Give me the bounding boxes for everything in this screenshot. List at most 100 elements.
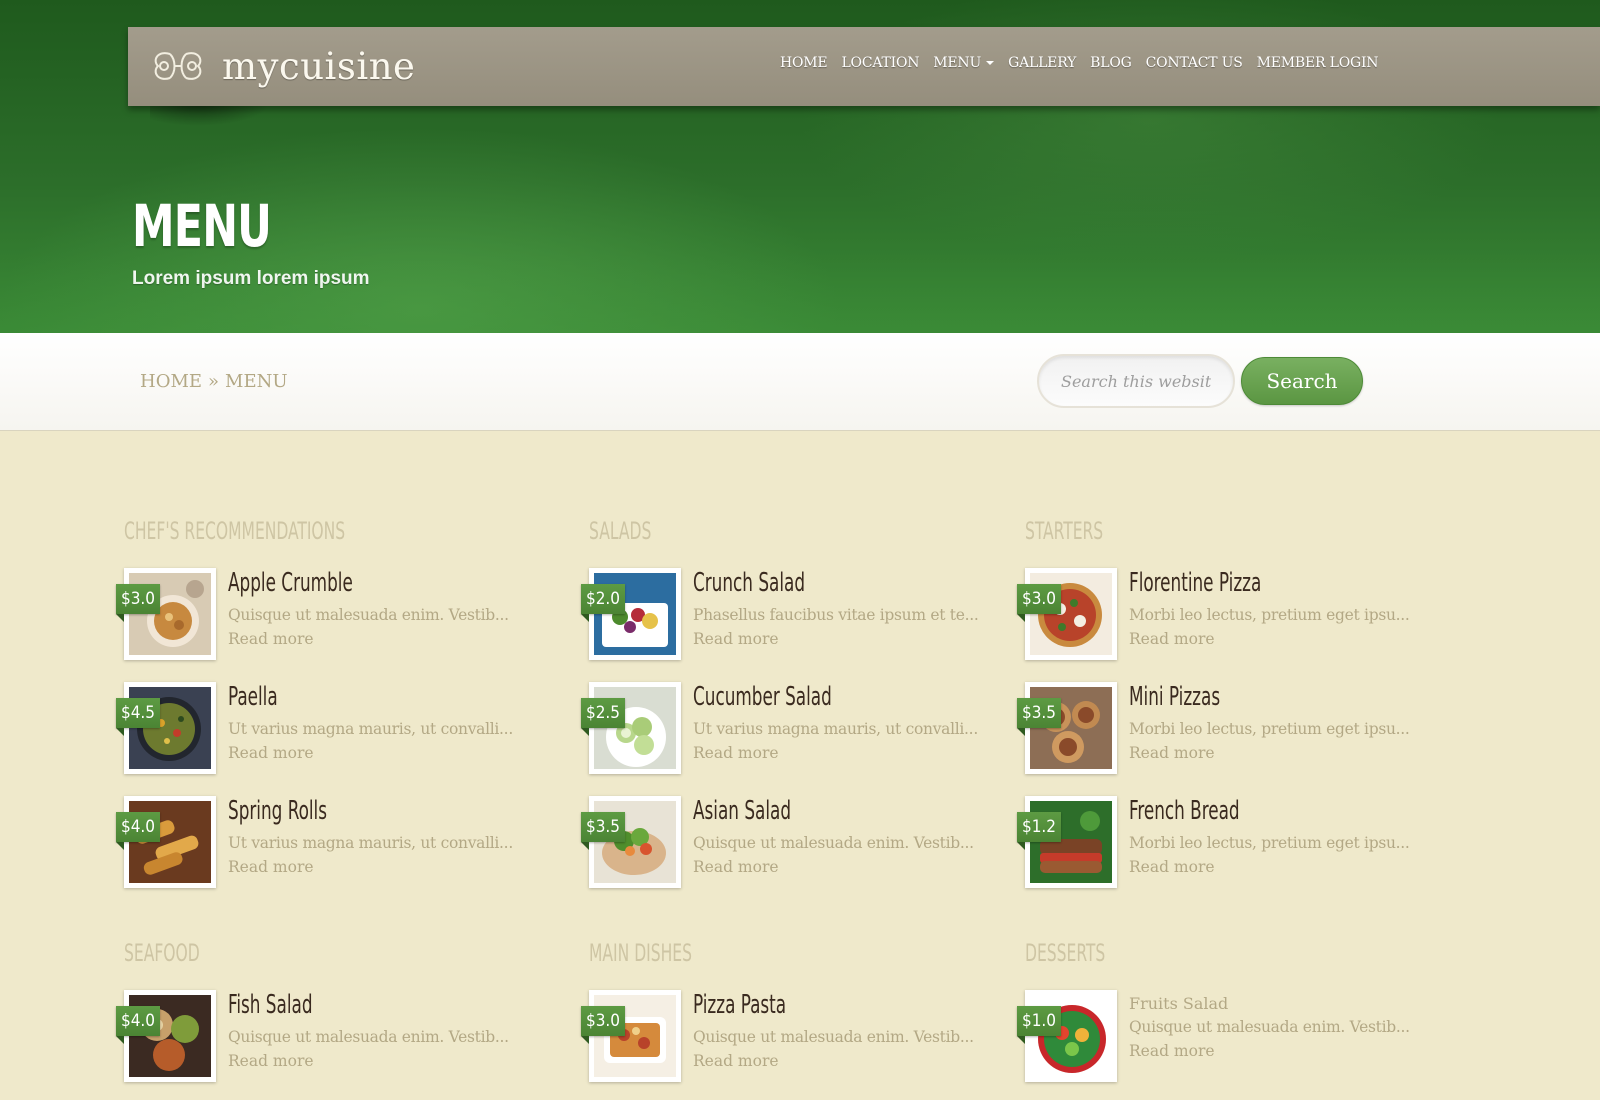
breadcrumb-home[interactable]: HOME [140,371,202,392]
menu-item-thumbnail[interactable]: $1.0 [1017,990,1117,1082]
menu-item-title[interactable]: Asian Salad [693,796,791,826]
menu-item-description: Quisque ut malesuada enim. Vestib... [228,606,509,624]
menu-item-title[interactable]: Cucumber Salad [693,682,832,712]
price-tag: $3.0 [581,1006,625,1044]
nav-menu-label: MENU [933,55,982,71]
category-starters: STARTERS $3.0 Florentine Pizza Morbi leo le… [1017,516,1465,910]
read-more-link[interactable]: Read more [1129,630,1215,648]
read-more-link[interactable]: Read more [693,1052,779,1070]
main-nav: HOME LOCATION MENU GALLERY BLOG CONTACT … [780,55,1392,71]
menu-item: $3.0 Pizza Pasta Quisque ut malesuada enim… [581,990,1029,1100]
nav-gallery[interactable]: GALLERY [1008,55,1076,71]
category-title: STARTERS [1025,517,1104,545]
breadcrumb: HOME » MENU [140,371,288,392]
menu-item-description: Morbi leo lectus, pretium eget ipsu... [1129,720,1410,738]
menu-item-description: Morbi leo lectus, pretium eget ipsu... [1129,606,1410,624]
menu-item-title[interactable]: Crunch Salad [693,568,805,598]
menu-item: $2.0 Crunch Salad Phasellus faucibus vitae… [581,568,1029,682]
menu-item-title[interactable]: Paella [228,682,278,712]
menu-item-thumbnail[interactable]: $2.0 [581,568,681,660]
nav-blog[interactable]: BLOG [1090,55,1132,71]
price-tag: $3.5 [581,812,625,850]
menu-item-description: Quisque ut malesuada enim. Vestib... [228,1028,509,1046]
menu-item-thumbnail[interactable]: $3.0 [581,990,681,1082]
category-salads: SALADS $2.0 Crunch Salad Phasellus faucibus… [581,516,1029,910]
page-title: MENU [132,192,272,260]
chevron-down-icon [986,61,995,65]
menu-item-title[interactable]: Spring Rolls [228,796,327,826]
menu-item-description: Ut varius magna mauris, ut convalli... [228,834,513,852]
menu-item-thumbnail[interactable]: $3.5 [1017,682,1117,774]
menu-item: $3.5 Mini Pizzas Morbi leo lectus, pretium… [1017,682,1465,796]
menu-item-title[interactable]: Fish Salad [228,990,313,1020]
menu-item-thumbnail[interactable]: $3.0 [116,568,216,660]
brand-name: mycuisine [222,44,416,88]
menu-item-description: Ut varius magna mauris, ut convalli... [693,720,978,738]
breadcrumb-current: MENU [225,371,288,392]
price-tag: $1.2 [1017,812,1061,850]
menu-item: $4.0 Fish Salad Quisque ut malesuada enim.… [116,990,564,1100]
read-more-link[interactable]: Read more [693,630,779,648]
nav-location[interactable]: LOCATION [841,55,919,71]
menu-item-thumbnail[interactable]: $3.5 [581,796,681,888]
search-input[interactable] [1037,354,1235,408]
price-tag: $1.0 [1017,1006,1061,1044]
menu-item: $3.5 Asian Salad Quisque ut malesuada enim… [581,796,1029,910]
price-tag: $3.5 [1017,698,1061,736]
menu-item-thumbnail[interactable]: $4.0 [116,796,216,888]
read-more-link[interactable]: Read more [228,858,314,876]
read-more-link[interactable]: Read more [228,744,314,762]
menu-item-thumbnail[interactable]: $2.5 [581,682,681,774]
category-title: DESSERTS [1025,939,1106,967]
menu-item: $3.0 Apple Crumble Quisque ut malesuada en… [116,568,564,682]
menu-item-description: Ut varius magna mauris, ut convalli... [228,720,513,738]
menu-item-description: Quisque ut malesuada enim. Vestib... [693,834,974,852]
menu-item-description: Quisque ut malesuada enim. Vestib... [1129,1018,1410,1036]
category-main-dishes: MAIN DISHES $3.0 Pizza Pasta Quisque ut mal… [581,938,1029,1100]
nav-menu[interactable]: MENU [933,55,995,71]
hero-banner: mycuisine HOME LOCATION MENU GALLERY BLO… [0,0,1600,333]
category-chefs-recommendations: CHEF'S RECOMMENDATIONS $3.0 Apple Crumble Q… [116,516,564,910]
menu-item: $2.5 Cucumber Salad Ut varius magna mauris… [581,682,1029,796]
price-tag: $4.0 [116,1006,160,1044]
site-logo[interactable]: mycuisine [148,41,415,91]
menu-item-description: Phasellus faucibus vitae ipsum et te... [693,606,979,624]
read-more-link[interactable]: Read more [693,744,779,762]
menu-item-title[interactable]: French Bread [1129,796,1240,826]
page-subtitle: Lorem ipsum lorem ipsum [132,268,370,289]
price-tag: $4.0 [116,812,160,850]
navbar-shadow [150,104,270,126]
price-tag: $2.5 [581,698,625,736]
menu-item-title[interactable]: Fruits Salad [1129,994,1228,1014]
read-more-link[interactable]: Read more [1129,744,1215,762]
menu-item-thumbnail[interactable]: $4.0 [116,990,216,1082]
category-title: SEAFOOD [124,939,200,967]
logo-icon [154,52,202,80]
menu-item: $1.0 Fruits Salad Quisque ut malesuada eni… [1017,990,1465,1100]
price-tag: $4.5 [116,698,160,736]
read-more-link[interactable]: Read more [693,858,779,876]
menu-section: CHEF'S RECOMMENDATIONS $3.0 Apple Crumble Q… [0,432,1600,1100]
read-more-link[interactable]: Read more [228,630,314,648]
menu-item-title[interactable]: Florentine Pizza [1129,568,1261,598]
nav-contact-us[interactable]: CONTACT US [1146,55,1243,71]
menu-item-thumbnail[interactable]: $4.5 [116,682,216,774]
nav-home[interactable]: HOME [780,55,828,71]
menu-item-thumbnail[interactable]: $3.0 [1017,568,1117,660]
price-tag: $3.0 [1017,584,1061,622]
read-more-link[interactable]: Read more [1129,858,1215,876]
menu-item-title[interactable]: Apple Crumble [228,568,353,598]
navbar: mycuisine HOME LOCATION MENU GALLERY BLO… [128,27,1600,106]
category-title: MAIN DISHES [589,939,693,967]
menu-item-thumbnail[interactable]: $1.2 [1017,796,1117,888]
category-title: SALADS [589,517,652,545]
nav-member-login[interactable]: MEMBER LOGIN [1257,55,1379,71]
menu-item-title[interactable]: Pizza Pasta [693,990,786,1020]
menu-item: $3.0 Florentine Pizza Morbi leo lectus, pr… [1017,568,1465,682]
read-more-link[interactable]: Read more [228,1052,314,1070]
read-more-link[interactable]: Read more [1129,1042,1215,1060]
search-button[interactable]: Search [1241,357,1363,405]
price-tag: $3.0 [116,584,160,622]
menu-item-title[interactable]: Mini Pizzas [1129,682,1220,712]
category-seafood: SEAFOOD $4.0 Fish Salad Quisque ut malesuad… [116,938,564,1100]
